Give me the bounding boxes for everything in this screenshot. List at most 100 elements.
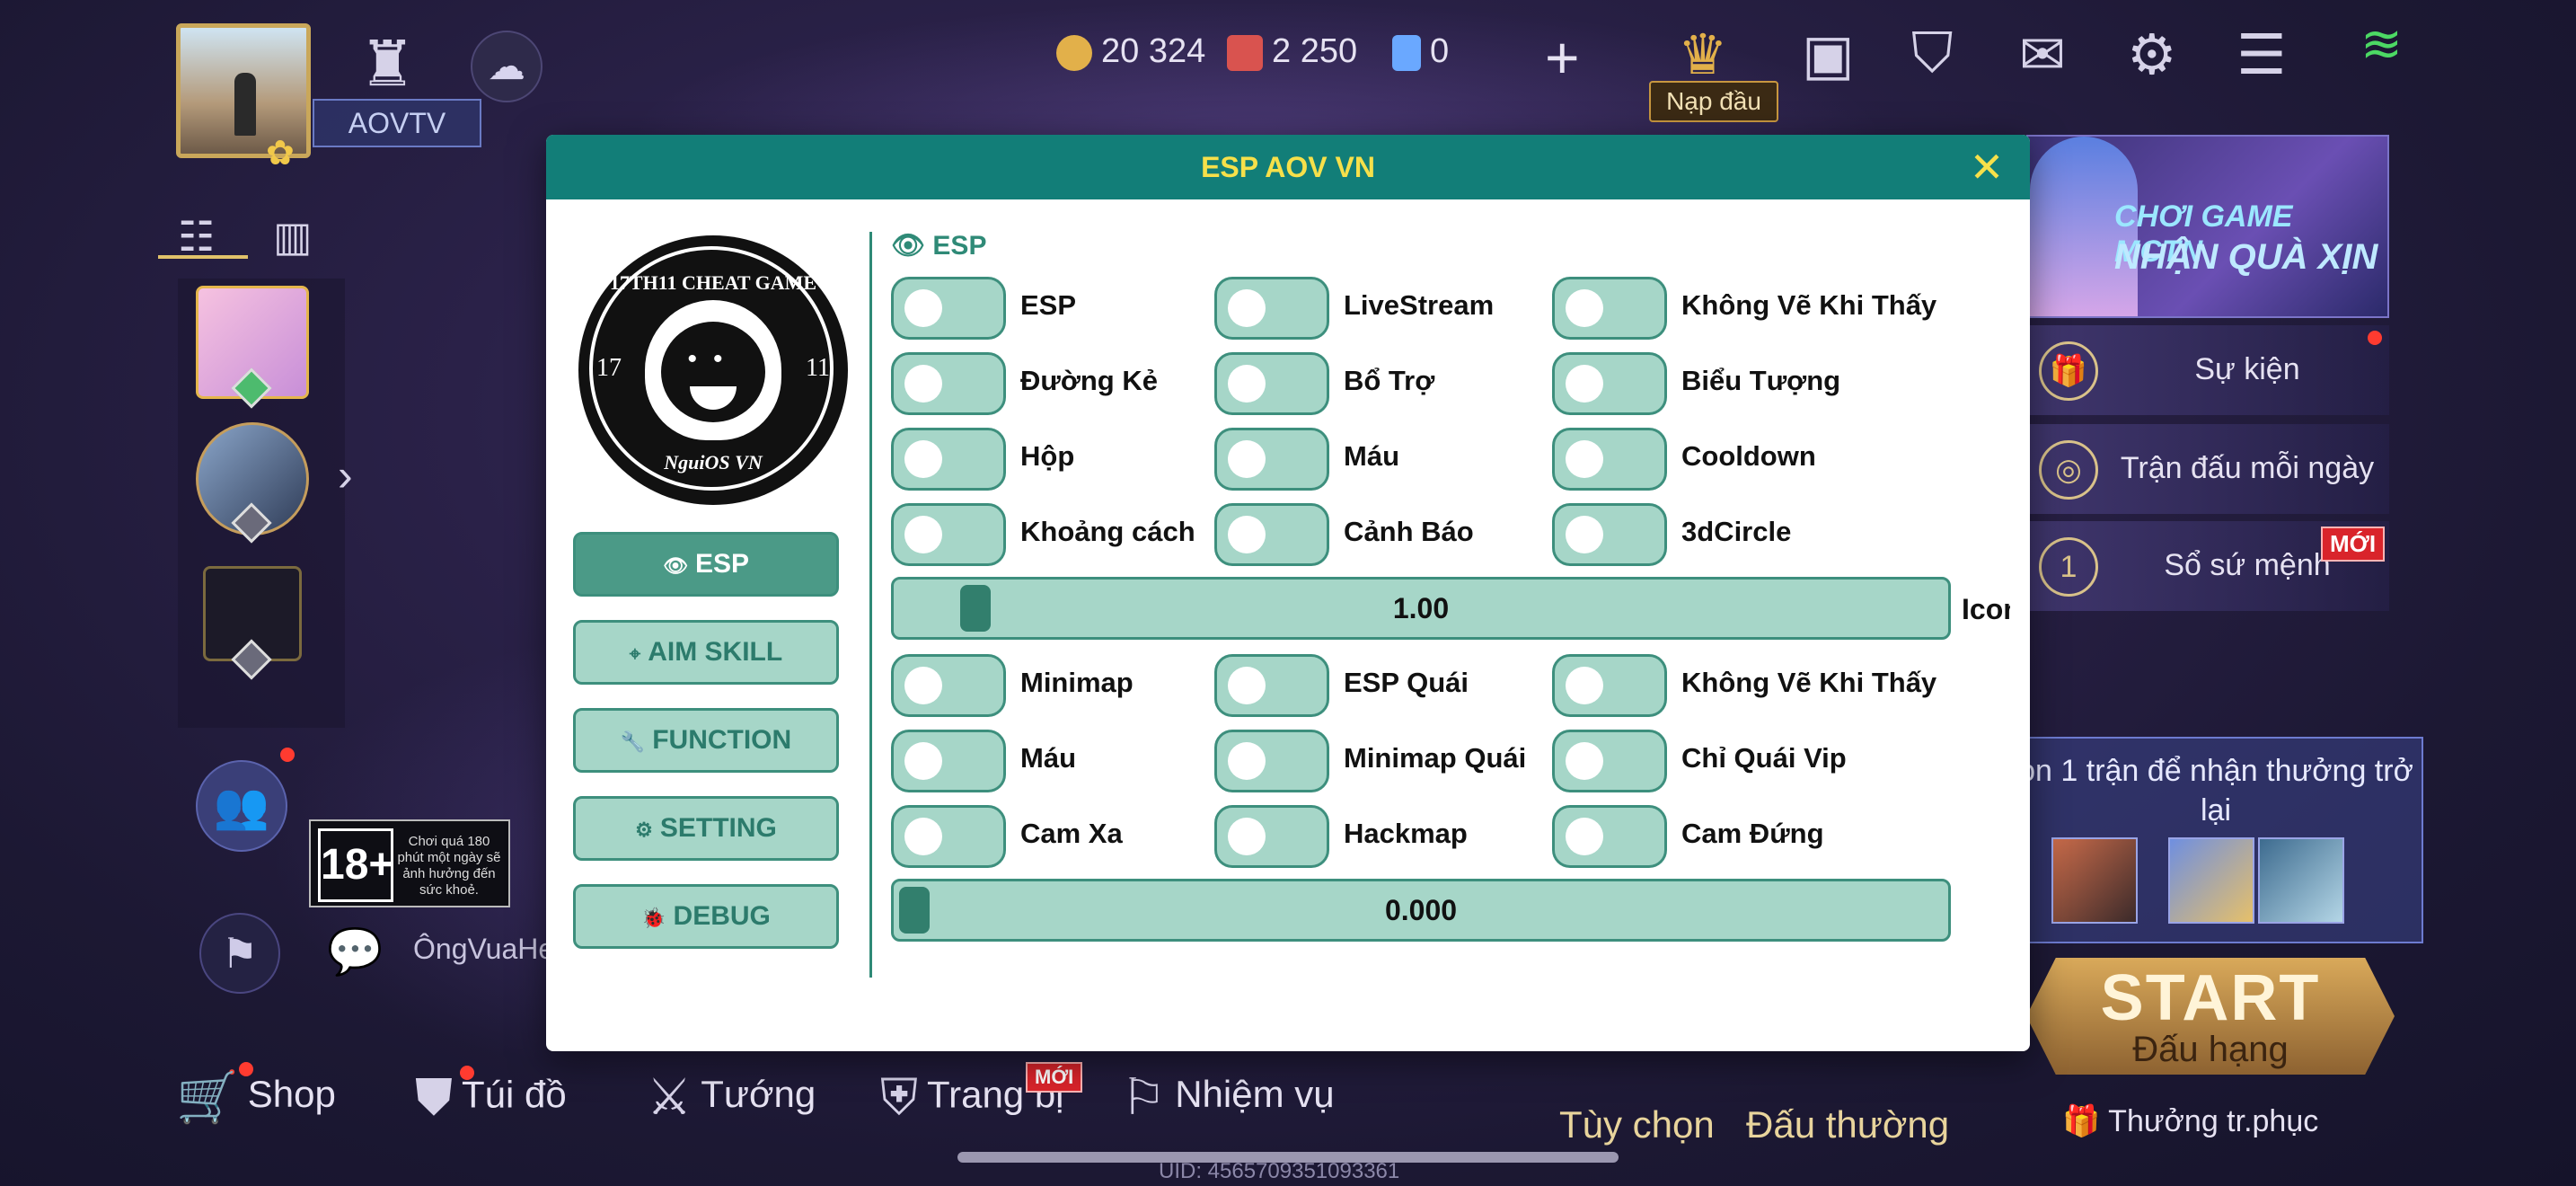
stats-tab-icon[interactable]: ▥ bbox=[273, 212, 312, 261]
costume-reward-label: Thưởng tr.phục bbox=[2108, 1104, 2319, 1138]
modal-title: ESP AOV VN bbox=[1201, 151, 1375, 183]
toggle-switch[interactable] bbox=[891, 654, 1006, 717]
menu-setting-button[interactable]: ⚙ SETTING bbox=[573, 796, 839, 861]
toggle-knob bbox=[904, 516, 942, 553]
win-reward-panel[interactable]: on 1 trận để nhận thưởng trở lại bbox=[2008, 737, 2423, 943]
rank-banner-icon[interactable]: ⛉ bbox=[1911, 22, 1954, 86]
nav-heroes[interactable]: ⚔ Tướng bbox=[647, 1067, 816, 1127]
chat-icon[interactable]: 💬 bbox=[327, 925, 383, 978]
nav-bag[interactable]: ⛊ Túi đồ bbox=[415, 1067, 567, 1128]
toggle-label: ESP Quái bbox=[1344, 667, 1469, 698]
toggle-switch[interactable] bbox=[891, 805, 1006, 868]
toggle-switch[interactable] bbox=[1214, 654, 1329, 717]
toggle-switch[interactable] bbox=[1552, 654, 1667, 717]
chest-icon[interactable]: ♛ bbox=[1678, 22, 1728, 87]
friends-button[interactable]: 👥 bbox=[196, 760, 287, 852]
menu-aim-label: AIM SKILL bbox=[648, 637, 783, 667]
new-badge: MỚI bbox=[2321, 527, 2386, 562]
flag-button[interactable]: ⚑ bbox=[199, 913, 280, 994]
toggle-label: Hộp bbox=[1020, 440, 1075, 472]
toggle-switch[interactable] bbox=[891, 730, 1006, 792]
friends-tab-icon[interactable]: ☷ bbox=[178, 212, 215, 261]
avatar-figure bbox=[234, 73, 256, 136]
menu-function-button[interactable]: 🔧 FUNCTION bbox=[573, 708, 839, 773]
value-slider[interactable]: 0.000 bbox=[891, 879, 1951, 942]
gold-coin-icon bbox=[1056, 34, 1092, 71]
currency-voucher-value: 2 250 bbox=[1272, 32, 1358, 70]
toggle-knob bbox=[1228, 742, 1266, 780]
hero-portrait bbox=[2168, 837, 2254, 924]
video-icon[interactable]: ▣ bbox=[1802, 22, 1855, 87]
toggle-label: Máu bbox=[1020, 742, 1076, 774]
notification-dot bbox=[280, 748, 295, 762]
toggle-knob bbox=[1228, 440, 1266, 478]
event-item-label: Sự kiện bbox=[2194, 352, 2300, 386]
tiger-eyes: •• bbox=[687, 344, 739, 374]
toggle-switch[interactable] bbox=[1214, 352, 1329, 415]
toggle-switch[interactable] bbox=[1552, 503, 1667, 566]
nav-quests[interactable]: ⚐ Nhiệm vụ bbox=[1121, 1067, 1335, 1127]
toggle-label: Không Vẽ Khi Thấy bbox=[1681, 667, 1937, 698]
toggle-switch[interactable] bbox=[1214, 730, 1329, 792]
toggle-label: LiveStream bbox=[1344, 289, 1495, 321]
chat-name: ÔngVuaHe bbox=[413, 933, 555, 965]
toggle-switch[interactable] bbox=[1552, 277, 1667, 340]
toggle-switch[interactable] bbox=[1552, 352, 1667, 415]
nav-bag-label: Túi đồ bbox=[462, 1073, 567, 1116]
notification-dot bbox=[2368, 331, 2382, 345]
toggle-switch[interactable] bbox=[891, 277, 1006, 340]
gift-icon: 🎁 bbox=[2039, 341, 2098, 401]
mail-icon[interactable]: ✉ bbox=[2019, 22, 2066, 87]
icon-size-slider[interactable]: 1.00 bbox=[891, 577, 1951, 640]
toggle-switch[interactable] bbox=[891, 352, 1006, 415]
toggle-label: Máu bbox=[1344, 440, 1399, 472]
trophy-icon[interactable]: ♜ bbox=[359, 27, 416, 101]
helmet-icon: ⚔ bbox=[647, 1068, 693, 1125]
player-name[interactable]: AOVTV bbox=[313, 99, 481, 147]
toggle-switch[interactable] bbox=[1552, 428, 1667, 491]
event-banner[interactable]: CHƠI GAME MCTN NHẬN QUÀ XỊN bbox=[2026, 135, 2389, 318]
toggle-knob bbox=[1228, 516, 1266, 553]
currency-gold: 20 324 bbox=[1056, 32, 1205, 75]
win-reward-text: on 1 trận để nhận thưởng trở lại bbox=[2018, 754, 2413, 828]
notification-dot bbox=[239, 1062, 253, 1076]
esp-modal: ESP AOV VN ✕ •• 17TH11 CHEAT GAME NguiOS… bbox=[546, 135, 2030, 1051]
red-voucher-icon bbox=[1227, 34, 1263, 71]
menu-debug-button[interactable]: 🐞 DEBUG bbox=[573, 884, 839, 949]
start-button[interactable]: START Đấu hạng bbox=[2026, 958, 2395, 1075]
topup-button[interactable]: Nạp đầu bbox=[1649, 81, 1778, 122]
toggle-switch[interactable] bbox=[1214, 503, 1329, 566]
menu-esp-button[interactable]: 👁 ESP bbox=[573, 532, 839, 597]
banner-line2: NHẬN QUÀ XỊN bbox=[2114, 237, 2378, 277]
currency-gold-value: 20 324 bbox=[1101, 32, 1206, 70]
toggle-switch[interactable] bbox=[1214, 277, 1329, 340]
event-item[interactable]: 🎁 Sự kiện bbox=[2026, 325, 2389, 415]
toggle-switch[interactable] bbox=[891, 428, 1006, 491]
toggle-row: Đường Kẻ Bổ Trợ Biểu Tượng bbox=[891, 349, 2030, 417]
daily-match-item[interactable]: ◎ Trận đấu mỗi ngày bbox=[2026, 424, 2389, 514]
home-indicator[interactable] bbox=[957, 1152, 1619, 1163]
costume-reward-link[interactable]: 🎁 Thưởng tr.phục bbox=[2062, 1103, 2318, 1139]
toggle-switch[interactable] bbox=[891, 503, 1006, 566]
toggle-knob bbox=[1566, 365, 1603, 403]
chevron-right-icon[interactable]: › bbox=[338, 449, 353, 501]
nav-shop[interactable]: 🛒 Shop bbox=[176, 1067, 336, 1127]
gear-icon[interactable]: ⚙ bbox=[2127, 22, 2177, 87]
mode-custom[interactable]: Tùy chọn bbox=[1559, 1103, 1715, 1146]
toggle-switch[interactable] bbox=[1552, 730, 1667, 792]
crosshair-icon: ⌖ bbox=[629, 642, 641, 665]
currency-coupon: 0 bbox=[1392, 32, 1449, 75]
menu-aim-skill-button[interactable]: ⌖ AIM SKILL bbox=[573, 620, 839, 685]
cloud-download-icon[interactable]: ☁ bbox=[471, 31, 543, 102]
toggle-switch[interactable] bbox=[1552, 805, 1667, 868]
bug-icon: 🐞 bbox=[641, 907, 666, 929]
close-icon[interactable]: ✕ bbox=[1962, 142, 2012, 192]
mode-normal[interactable]: Đấu thường bbox=[1746, 1103, 1949, 1146]
toggle-knob bbox=[904, 742, 942, 780]
add-currency-button[interactable]: + bbox=[1545, 23, 1580, 92]
menu-list-icon[interactable]: ☰ bbox=[2236, 22, 2287, 87]
toggle-switch[interactable] bbox=[1214, 428, 1329, 491]
toggle-switch[interactable] bbox=[1214, 805, 1329, 868]
new-badge: MỚI bbox=[1026, 1062, 1083, 1093]
toggle-knob bbox=[1566, 742, 1603, 780]
